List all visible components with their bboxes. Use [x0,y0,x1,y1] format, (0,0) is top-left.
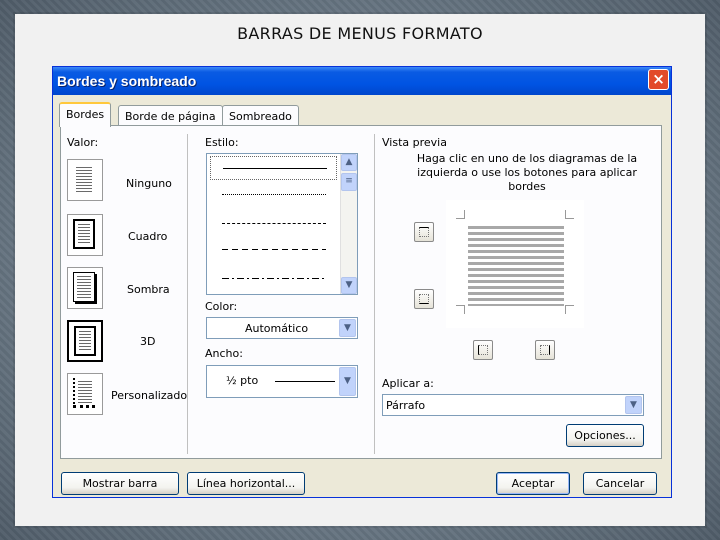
setting-none-label[interactable]: Ninguno [126,177,172,190]
bottom-border-icon[interactable] [414,289,434,309]
color-value: Automático [245,322,309,335]
close-icon: × [652,70,665,88]
setting-custom-label[interactable]: Personalizado [111,389,187,402]
style-item-dash-dot[interactable] [222,278,326,279]
slide-title: BARRAS DE MENUS FORMATO [237,24,483,43]
apply-to-value: Párrafo [386,399,426,412]
color-label: Color: [205,300,238,313]
dialog-title: Bordes y sombreado [57,73,197,89]
right-border-icon[interactable] [535,340,555,360]
chevron-down-icon[interactable]: ▼ [339,319,356,337]
preview-text-lines [468,226,564,306]
scroll-up-icon[interactable]: ▲ [341,154,357,171]
separator [187,134,188,454]
cancel-button-label: Cancelar [595,477,645,490]
scroll-down-icon[interactable]: ▼ [341,277,357,294]
close-button[interactable]: × [648,69,669,90]
chevron-down-icon[interactable]: ▼ [339,367,356,396]
style-item-long-dash[interactable] [222,249,326,250]
tab-label: Bordes [66,108,105,121]
setting-box-label[interactable]: Cuadro [128,230,167,243]
setting-3d-label[interactable]: 3D [140,335,155,348]
ancho-label: Ancho: [205,347,243,360]
borders-shading-dialog: Bordes y sombreado × Bordes Borde de pág… [52,66,672,498]
aplicar-label: Aplicar a: [382,377,434,390]
options-button[interactable]: Opciones... [566,424,644,447]
setting-shadow-icon[interactable] [67,267,103,309]
show-toolbar-label: Mostrar barra [82,477,158,490]
cancel-button[interactable]: Cancelar [583,472,657,495]
setting-none-icon[interactable] [67,159,103,201]
show-toolbar-button[interactable]: Mostrar barra [61,472,179,495]
estilo-label: Estilo: [205,136,239,149]
separator [374,134,375,454]
style-scrollbar[interactable]: ▲ ≡ ▼ [340,154,357,294]
apply-to-select[interactable]: Párrafo ▼ [382,394,644,416]
width-value: ½ pto [226,374,259,387]
ok-button[interactable]: Aceptar [496,472,570,495]
tab-label: Borde de página [125,110,216,123]
preview-hint: Haga clic en uno de los diagramas de la … [416,152,638,193]
width-select[interactable]: ½ pto ▼ [206,365,358,398]
tab-sombreado[interactable]: Sombreado [222,105,299,127]
setting-custom-icon[interactable] [67,373,103,415]
style-item-dotted[interactable] [222,194,326,195]
setting-box-icon[interactable] [67,214,103,256]
width-line-sample [275,381,335,382]
horizontal-line-button[interactable]: Línea horizontal... [187,472,305,495]
tab-label: Sombreado [229,110,292,123]
preview-page[interactable] [446,200,584,328]
top-border-icon[interactable] [414,222,434,242]
scroll-thumb[interactable]: ≡ [341,173,357,191]
tab-borde-de-pagina[interactable]: Borde de página [118,105,223,127]
style-item-dashed[interactable] [222,223,326,224]
left-border-icon[interactable] [473,340,493,360]
dialog-titlebar[interactable]: Bordes y sombreado × [53,67,671,95]
style-listbox[interactable]: ▲ ≡ ▼ [206,153,358,295]
style-item-selected[interactable] [210,156,337,180]
valor-label: Valor: [67,136,99,149]
vista-previa-label: Vista previa [382,136,447,149]
setting-shadow-label[interactable]: Sombra [127,283,170,296]
tab-bordes[interactable]: Bordes [59,102,112,127]
options-button-label: Opciones... [574,429,636,442]
setting-3d-icon[interactable] [67,320,103,362]
ok-button-label: Aceptar [511,477,555,490]
chevron-down-icon[interactable]: ▼ [625,396,642,414]
horizontal-line-label: Línea horizontal... [196,477,296,490]
color-select[interactable]: Automático ▼ [206,317,358,339]
